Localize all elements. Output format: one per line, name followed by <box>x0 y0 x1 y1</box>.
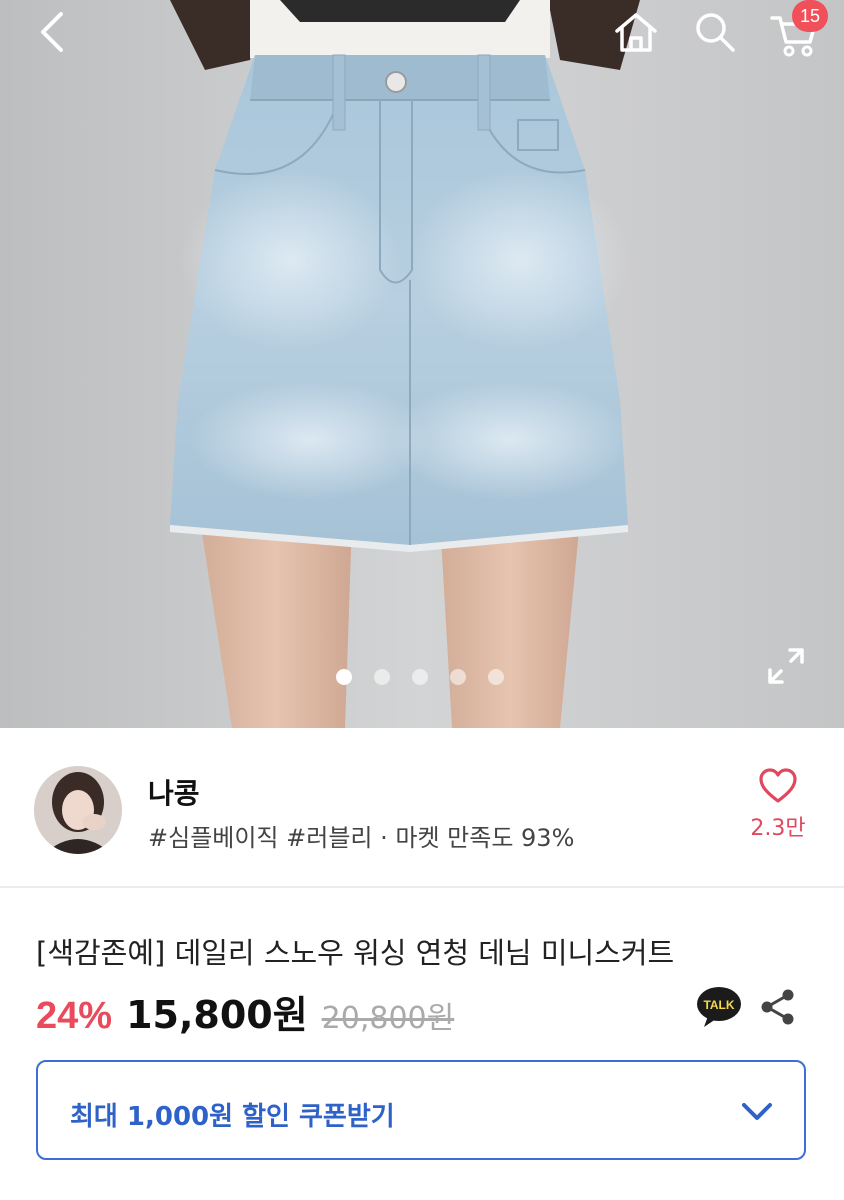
product-title: [색감존예] 데일리 스노우 워싱 연청 데님 미니스커트 <box>36 936 675 970</box>
search-icon <box>696 13 735 52</box>
chevron-left-icon <box>41 12 63 52</box>
seller-tags: #심플베이직 #러블리 · 마켓 만족도 93% <box>148 824 575 852</box>
cart-count-badge: 15 <box>792 0 828 32</box>
seller-section[interactable]: 나콩 #심플베이직 #러블리 · 마켓 만족도 93% 2.3만 <box>0 728 844 888</box>
talk-label: TALK <box>703 998 734 1012</box>
pagination-dot[interactable] <box>450 669 466 685</box>
pagination-dot[interactable] <box>374 669 390 685</box>
kakao-talk-button[interactable]: TALK <box>696 986 742 1028</box>
product-image-gallery[interactable]: 15 <box>0 0 844 728</box>
seller-avatar[interactable] <box>34 766 122 854</box>
like-count: 2.3만 <box>750 816 806 841</box>
sale-price: 15,800원 <box>126 993 308 1037</box>
discount-rate: 24% <box>36 995 113 1037</box>
home-button[interactable] <box>610 8 662 56</box>
home-icon <box>615 13 657 52</box>
search-button[interactable] <box>690 8 740 56</box>
coupon-button[interactable]: 최대 1,000원 할인 쿠폰받기 <box>36 1060 806 1160</box>
seller-name[interactable]: 나콩 <box>148 772 200 812</box>
coupon-label: 최대 1,000원 할인 쿠폰받기 <box>70 1102 395 1132</box>
talk-icon: TALK <box>697 987 741 1027</box>
like-button[interactable]: 2.3만 <box>740 768 816 858</box>
expand-icon <box>768 648 804 684</box>
product-photo <box>0 0 844 728</box>
share-button[interactable] <box>760 988 796 1026</box>
pagination-dot[interactable] <box>412 669 428 685</box>
heart-icon <box>759 768 797 803</box>
pagination-dot-active[interactable] <box>336 669 352 685</box>
share-icon <box>761 989 794 1025</box>
gallery-pagination <box>336 669 504 685</box>
price-row: 24% 15,800원 20,800원 <box>36 984 454 1039</box>
chevron-down-icon <box>742 1103 772 1120</box>
original-price: 20,800원 <box>321 1001 455 1036</box>
pagination-dot[interactable] <box>488 669 504 685</box>
avatar-image <box>34 766 122 854</box>
back-button[interactable] <box>30 10 74 54</box>
expand-image-button[interactable] <box>764 644 808 688</box>
